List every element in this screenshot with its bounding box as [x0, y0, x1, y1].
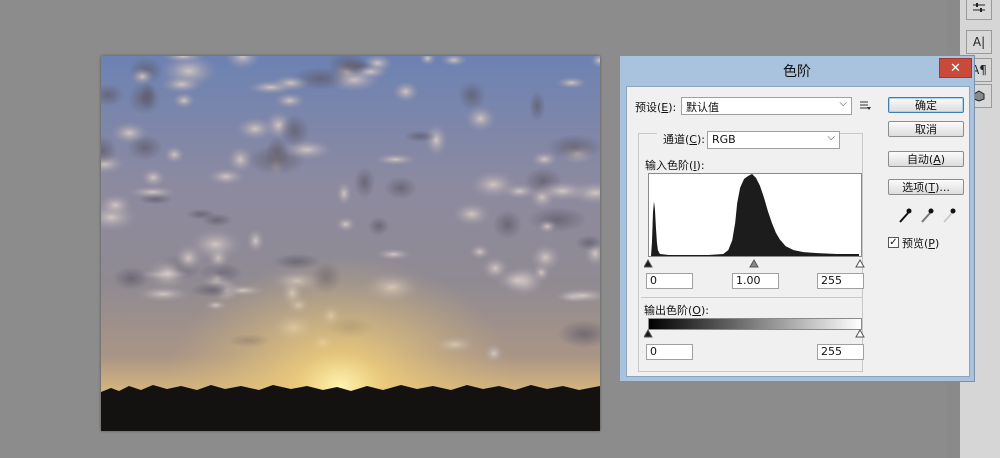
- cancel-button[interactable]: 取消: [888, 121, 964, 137]
- channel-label: 通道(C):: [657, 131, 709, 147]
- input-white-slider[interactable]: [855, 259, 865, 268]
- close-icon: ✕: [950, 60, 961, 76]
- output-levels-label: 输出色阶(O):: [644, 304, 709, 317]
- output-white-field[interactable]: 255: [817, 344, 864, 360]
- histogram-shape: [650, 174, 860, 256]
- preview-checkbox[interactable]: ✓: [888, 237, 899, 248]
- divider: [641, 297, 863, 298]
- levels-dialog: 色阶 ✕ 预设(E): 默认值 ⌵ 通道(C): RGB ⌵ 输入色阶(I):: [619, 55, 975, 382]
- channel-value: RGB: [712, 133, 736, 146]
- text-tool-icon: A|: [972, 35, 986, 49]
- input-slider-track[interactable]: [644, 259, 866, 269]
- preview-label: 预览(P): [902, 237, 940, 250]
- eyedropper-white-icon[interactable]: [942, 208, 956, 224]
- input-black-slider[interactable]: [644, 259, 653, 268]
- character-panel-button[interactable]: A|: [966, 30, 992, 54]
- input-black-field[interactable]: 0: [646, 273, 693, 289]
- preset-value: 默认值: [686, 101, 719, 114]
- auto-button[interactable]: 自动(A): [888, 151, 964, 167]
- eyedropper-gray-icon[interactable]: [920, 208, 934, 224]
- preset-select[interactable]: 默认值 ⌵: [681, 97, 852, 115]
- close-button[interactable]: ✕: [939, 58, 972, 78]
- input-white-field[interactable]: 255: [817, 273, 864, 289]
- options-button[interactable]: 选项(T)...: [888, 179, 964, 195]
- output-slider-track[interactable]: [644, 329, 866, 339]
- canvas-photo[interactable]: [101, 56, 600, 431]
- histogram: [648, 173, 862, 257]
- output-black-slider[interactable]: [644, 329, 653, 338]
- output-black-field[interactable]: 0: [646, 344, 693, 360]
- preset-label: 预设(E):: [635, 101, 677, 114]
- dropdown-arrow-icon: ⌵: [839, 98, 847, 109]
- check-icon: ✓: [889, 237, 898, 248]
- preset-menu-icon[interactable]: [859, 99, 871, 114]
- channel-select[interactable]: RGB ⌵: [707, 131, 840, 149]
- dropdown-arrow-icon: ⌵: [827, 132, 835, 143]
- output-white-slider[interactable]: [855, 329, 865, 338]
- input-gamma-slider[interactable]: [749, 259, 759, 268]
- input-gamma-field[interactable]: 1.00: [732, 273, 779, 289]
- ok-button[interactable]: 确定: [888, 97, 964, 113]
- dialog-title: 色阶: [783, 64, 811, 80]
- adjustments-icon[interactable]: [966, 0, 992, 20]
- input-levels-label: 输入色阶(I):: [645, 159, 705, 172]
- eyedropper-black-icon[interactable]: [898, 208, 912, 224]
